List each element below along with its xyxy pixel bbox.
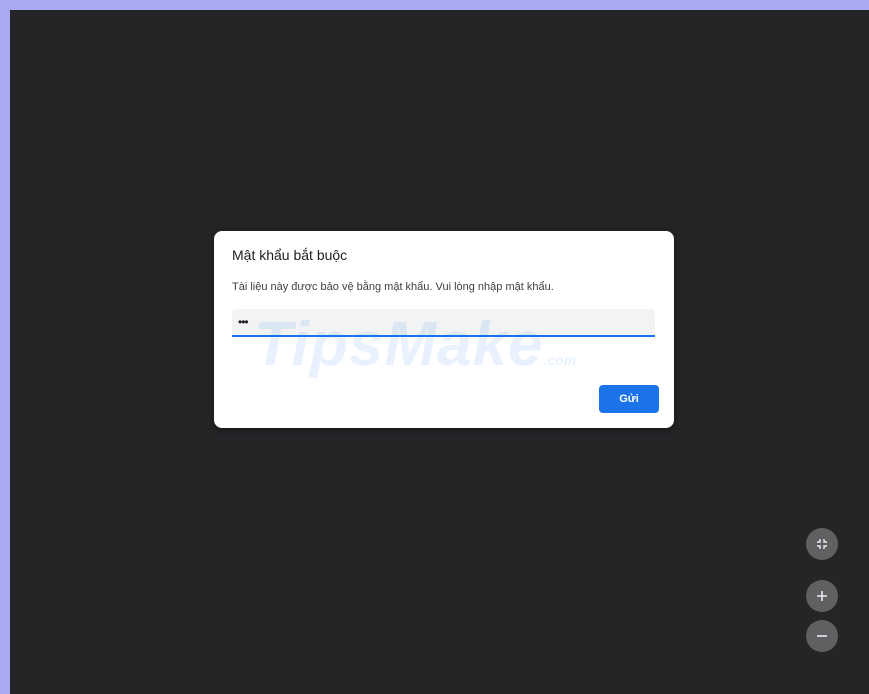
zoom-out-button[interactable]: [806, 620, 838, 652]
zoom-out-icon: [816, 630, 828, 642]
dialog-title: Mật khẩu bắt buộc: [232, 247, 348, 263]
submit-button[interactable]: Gửi: [599, 385, 659, 413]
password-dialog: Mật khẩu bắt buộc Tài liệu này được bảo …: [214, 231, 674, 428]
zoom-in-icon: [816, 590, 828, 602]
fit-to-page-icon: [816, 538, 828, 550]
password-input[interactable]: [232, 309, 655, 337]
dialog-description: Tài liệu này được bảo vệ bằng mật khẩu. …: [232, 281, 554, 293]
pdf-viewer: Mật khẩu bắt buộc Tài liệu này được bảo …: [10, 10, 869, 694]
fit-to-page-button[interactable]: [806, 528, 838, 560]
zoom-in-button[interactable]: [806, 580, 838, 612]
